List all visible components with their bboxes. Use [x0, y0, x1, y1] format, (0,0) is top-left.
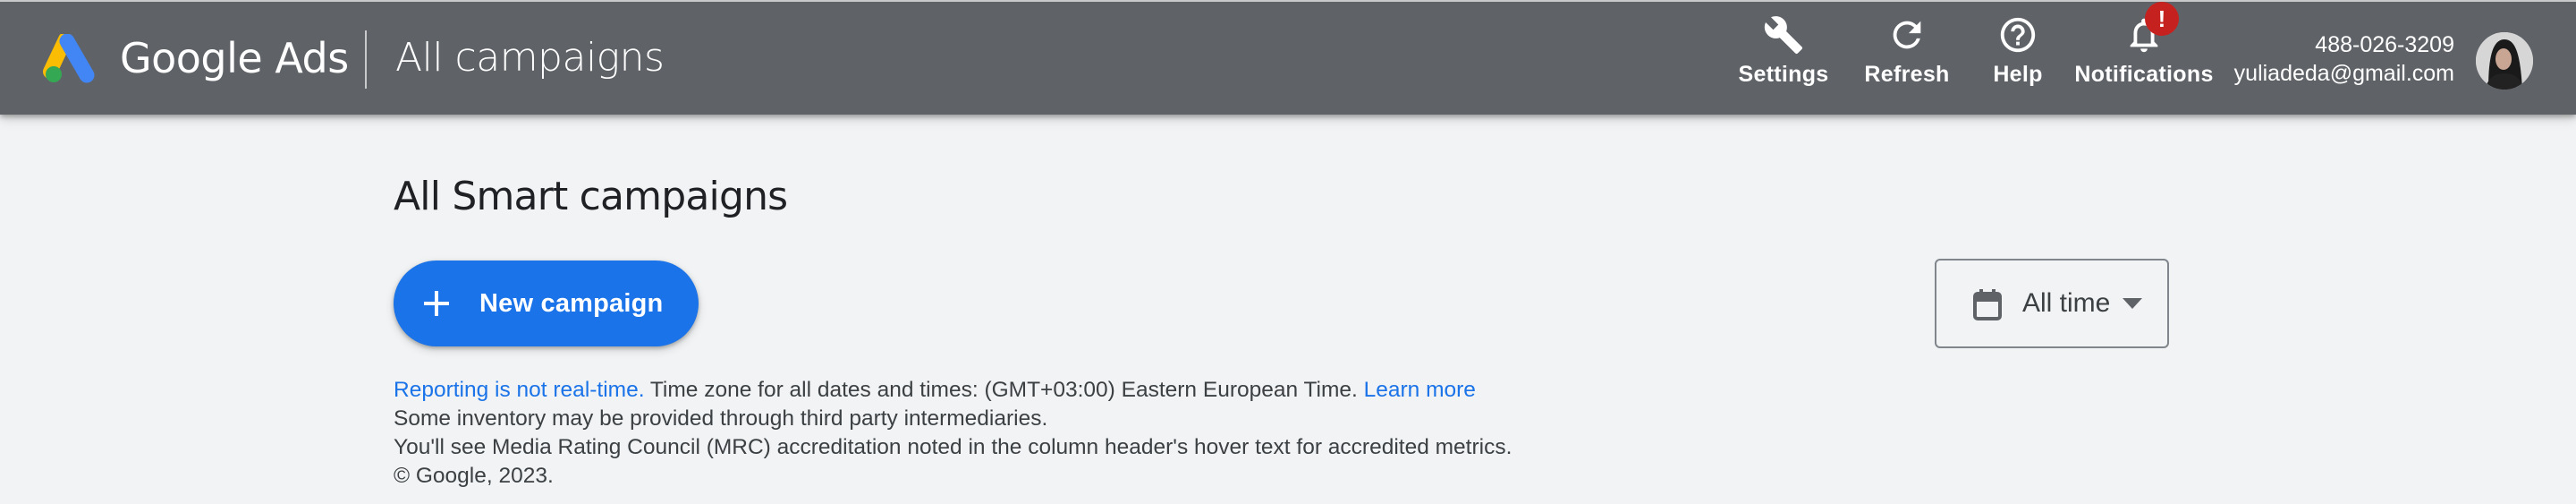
avatar[interactable]	[2476, 32, 2533, 90]
refresh-icon	[1893, 21, 1921, 49]
copyright: © Google, 2023.	[394, 464, 554, 488]
help-label: Help	[1993, 62, 2043, 87]
inventory-note: Some inventory may be provided through t…	[394, 406, 1048, 431]
calendar-icon	[1973, 289, 2002, 320]
notification-alert-badge: !	[2145, 2, 2179, 36]
reporting-line: Reporting is not real-time. Time zone fo…	[394, 376, 1512, 405]
date-range-value: All time	[2022, 288, 2111, 318]
mrc-note: You'll see Media Rating Council (MRC) ac…	[394, 435, 1513, 459]
new-campaign-button[interactable]: New campaign	[394, 261, 699, 346]
help-circle-icon	[2000, 17, 2036, 53]
footer-notes: Reporting is not real-time. Time zone fo…	[394, 376, 1512, 491]
settings-button[interactable]: Settings	[1738, 14, 1829, 95]
learn-more-link[interactable]: Learn more	[1364, 378, 1476, 402]
date-range-selector[interactable]: All time	[1935, 259, 2169, 348]
customer-id: 488-026-3209	[2315, 32, 2454, 57]
refresh-button[interactable]: Refresh	[1864, 14, 1950, 95]
product-name[interactable]: Google Ads	[120, 30, 349, 86]
top-app-bar: Google Ads All campaigns Settings Refres…	[0, 0, 2576, 115]
header-divider	[365, 30, 367, 89]
settings-label: Settings	[1738, 62, 1829, 87]
profile-photo-icon	[2476, 32, 2533, 90]
help-button[interactable]: Help	[1991, 14, 2045, 95]
account-info[interactable]: 488-026-3209 yuliadeda@gmail.com	[2234, 30, 2454, 88]
new-campaign-label: New campaign	[479, 289, 664, 318]
google-ads-logo-icon[interactable]	[43, 34, 100, 84]
notifications-label: Notifications	[2074, 62, 2214, 87]
page-title: All Smart campaigns	[394, 174, 788, 219]
reporting-not-realtime-link[interactable]: Reporting is not real-time.	[394, 378, 645, 402]
notifications-button[interactable]: ! Notifications	[2074, 2, 2214, 95]
dropdown-arrow-icon	[2123, 298, 2142, 309]
header-context-title: All campaigns	[395, 35, 665, 81]
plus-icon	[424, 291, 449, 316]
account-email: yuliadeda@gmail.com	[2233, 61, 2454, 86]
refresh-label: Refresh	[1864, 62, 1950, 87]
timezone-text: Time zone for all dates and times: (GMT+…	[644, 378, 1364, 402]
wrench-icon	[1764, 16, 1803, 55]
